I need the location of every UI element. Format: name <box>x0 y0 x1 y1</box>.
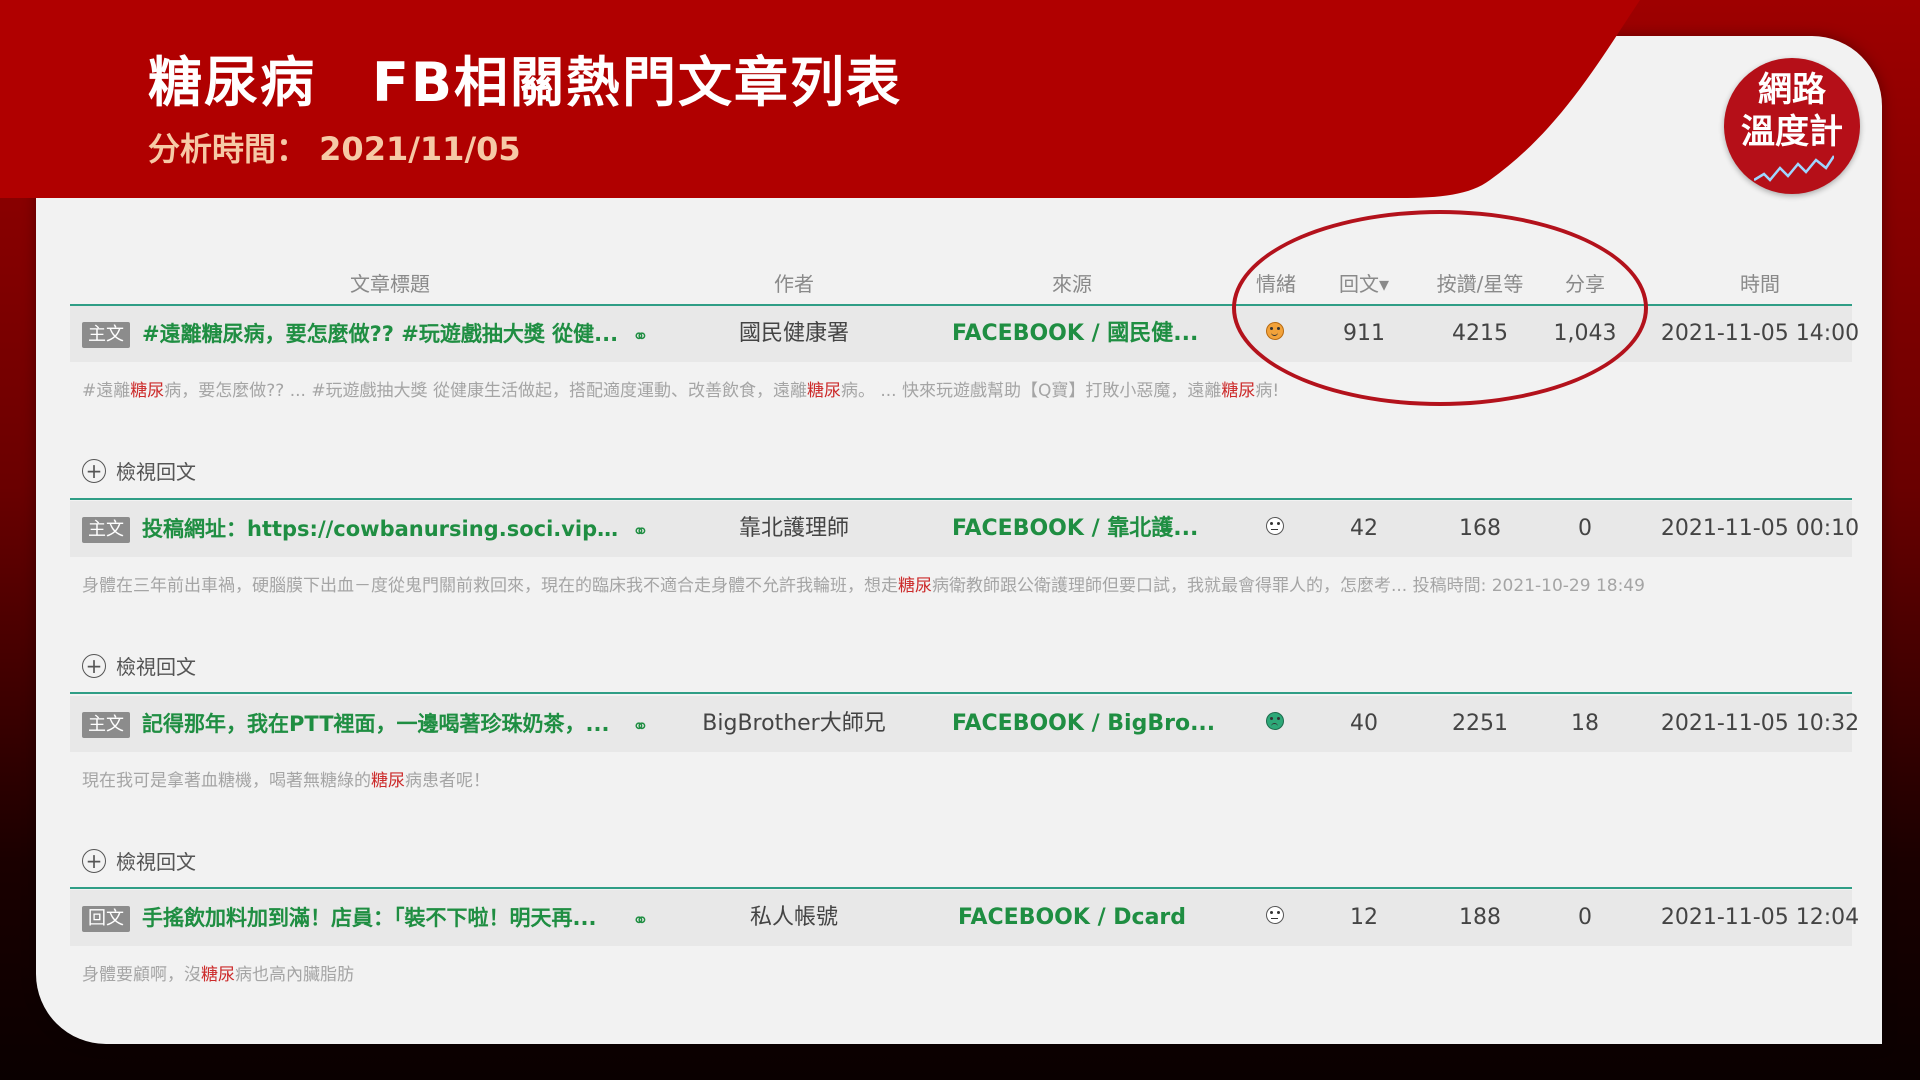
author: BigBrother大師兄 <box>702 711 886 736</box>
link-icon[interactable]: ⚭ <box>632 519 649 543</box>
keyword-highlight: 糖尿 <box>806 381 841 401</box>
row-divider <box>70 692 1852 694</box>
author: 國民健康署 <box>738 321 849 346</box>
excerpt-text: 病。 ... 快來玩遊戲幫助【Q寶】打敗小惡魔，遠離 <box>840 381 1222 401</box>
post-title-link[interactable]: #遠離糖尿病，要怎麼做?? #玩遊戲抽大獎 從健... <box>142 306 622 362</box>
neutral-icon <box>1266 517 1284 535</box>
share-count: 18 <box>1571 711 1599 736</box>
plus-circle-icon: + <box>82 653 106 678</box>
col-sentiment: 情緒 <box>1256 272 1296 296</box>
view-replies-button[interactable]: + 檢視回文 <box>82 456 196 485</box>
author: 靠北護理師 <box>738 516 849 541</box>
post-type-badge: 主文 <box>82 517 130 543</box>
analysis-time: 分析時間： 2021/11/05 <box>148 124 521 170</box>
link-icon[interactable]: ⚭ <box>632 908 649 932</box>
reply-count: 12 <box>1350 905 1378 930</box>
row-divider <box>70 887 1852 889</box>
excerpt-text: 身體在三年前出車禍，硬腦膜下出血－度從鬼門關前救回來，現在的臨床我不適合走身體不… <box>82 576 898 596</box>
table-row: 主文 #遠離糖尿病，要怎麼做?? #玩遊戲抽大獎 從健... ⚭ 國民健康署 F… <box>70 306 1859 362</box>
author: 私人帳號 <box>749 905 838 930</box>
excerpt-text: 病! <box>1255 381 1280 401</box>
keyword-highlight: 糖尿 <box>371 771 405 791</box>
excerpt-text: 病衛教師跟公衛護理師但要口試，我就最會得罪人的，怎麼考... 投稿時間: 202… <box>932 576 1645 596</box>
share-count: 0 <box>1578 905 1592 930</box>
like-count: 188 <box>1459 905 1501 930</box>
view-replies-label: 檢視回文 <box>116 460 196 484</box>
table-header: 文章標題 作者 來源 情緒 回文▾ 按讚/星等 分享 時間 <box>70 260 1852 306</box>
analysis-time-value: 2021/11/05 <box>319 130 521 168</box>
col-author: 作者 <box>774 272 814 296</box>
plus-circle-icon: + <box>82 458 106 483</box>
view-replies-button[interactable]: + 檢視回文 <box>82 651 196 680</box>
col-time: 時間 <box>1740 272 1780 296</box>
excerpt-text: 病患者呢！ <box>405 771 490 791</box>
link-icon[interactable]: ⚭ <box>632 324 649 348</box>
logo-text-line1: 網路 <box>1758 70 1826 110</box>
col-source: 來源 <box>1052 272 1092 296</box>
post-type-badge: 主文 <box>82 712 130 738</box>
post-title-link[interactable]: 投稿網址：https://cowbanursing.soci.vip/ #... <box>142 501 622 557</box>
like-count: 4215 <box>1452 321 1508 346</box>
post-time: 2021-11-05 14:00 <box>1660 321 1860 346</box>
table-row: 主文 記得那年，我在PTT裡面，一邊喝著珍珠奶茶，... ⚭ BigBrothe… <box>70 696 1859 752</box>
source-link[interactable]: FACEBOOK / 國民健... <box>952 306 1198 362</box>
logo-text-line2: 溫度計 <box>1741 112 1843 152</box>
view-replies-label: 檢視回文 <box>116 850 196 874</box>
sort-desc-icon: ▾ <box>1378 272 1390 296</box>
analysis-time-label: 分析時間： <box>148 130 309 168</box>
keyword-highlight: 糖尿 <box>130 381 165 401</box>
excerpt-text: 現在我可是拿著血糖機，喝著無糖綠的 <box>82 771 371 791</box>
view-replies-label: 檢視回文 <box>116 655 196 679</box>
like-count: 168 <box>1459 516 1501 541</box>
source-link[interactable]: FACEBOOK / BigBro... <box>952 696 1215 752</box>
post-type-badge: 回文 <box>82 906 130 932</box>
share-count: 1,043 <box>1553 321 1617 346</box>
post-excerpt: #遠離糖尿病，要怎麼做?? ... #玩遊戲抽大獎 從健康生活做起，搭配適度運動… <box>82 376 1842 401</box>
row-divider <box>70 498 1852 500</box>
share-count: 0 <box>1578 516 1592 541</box>
page-title: 糖尿病 FB相關熱門文章列表 <box>148 51 903 114</box>
keyword-highlight: 糖尿 <box>201 965 235 985</box>
excerpt-text: #遠離 <box>82 381 131 401</box>
keyword-highlight: 糖尿 <box>898 576 932 596</box>
like-count: 2251 <box>1452 711 1508 736</box>
post-title-link[interactable]: 記得那年，我在PTT裡面，一邊喝著珍珠奶茶，... <box>142 696 622 752</box>
reply-count: 42 <box>1350 516 1378 541</box>
reply-count: 40 <box>1350 711 1378 736</box>
source-link[interactable]: FACEBOOK / 靠北護... <box>952 501 1198 557</box>
excerpt-text: 身體要顧啊，沒 <box>82 965 201 985</box>
excerpt-text: 病也高內臟脂肪 <box>235 965 354 985</box>
col-replies-label: 回文 <box>1338 272 1379 296</box>
col-title: 文章標題 <box>350 272 430 296</box>
brand-logo: 網路 溫度計 <box>1724 58 1860 194</box>
col-likes: 按讚/星等 <box>1436 272 1524 296</box>
post-excerpt: 身體要顧啊，沒糖尿病也高內臟脂肪 <box>82 960 1842 985</box>
col-shares: 分享 <box>1565 272 1605 296</box>
link-icon[interactable]: ⚭ <box>632 714 649 738</box>
post-time: 2021-11-05 00:10 <box>1660 516 1860 541</box>
col-replies-sort[interactable]: 回文▾ <box>1324 268 1404 297</box>
trend-line-icon <box>1754 155 1834 182</box>
source-link[interactable]: FACEBOOK / Dcard <box>952 890 1192 946</box>
keyword-highlight: 糖尿 <box>1221 381 1256 401</box>
post-type-badge: 主文 <box>82 322 130 348</box>
sad-icon <box>1266 712 1284 730</box>
reply-count: 911 <box>1343 321 1385 346</box>
table-row: 主文 投稿網址：https://cowbanursing.soci.vip/ #… <box>70 501 1859 557</box>
post-time: 2021-11-05 10:32 <box>1660 711 1860 736</box>
excerpt-text: 病，要怎麼做?? ... #玩遊戲抽大獎 從健康生活做起，搭配適度運動、改善飲食… <box>164 381 807 401</box>
plus-circle-icon: + <box>82 848 106 873</box>
neutral-icon <box>1266 906 1284 924</box>
post-excerpt: 身體在三年前出車禍，硬腦膜下出血－度從鬼門關前救回來，現在的臨床我不適合走身體不… <box>82 571 1842 596</box>
table-row: 回文 手搖飲加料加到滿！店員：「裝不下啦！明天再... ⚭ 私人帳號 FACEB… <box>70 890 1859 946</box>
view-replies-button[interactable]: + 檢視回文 <box>82 846 196 875</box>
post-time: 2021-11-05 12:04 <box>1660 905 1860 930</box>
post-excerpt: 現在我可是拿著血糖機，喝著無糖綠的糖尿病患者呢！ <box>82 766 1842 791</box>
happy-icon <box>1266 322 1284 340</box>
post-title-link[interactable]: 手搖飲加料加到滿！店員：「裝不下啦！明天再... <box>142 890 622 946</box>
